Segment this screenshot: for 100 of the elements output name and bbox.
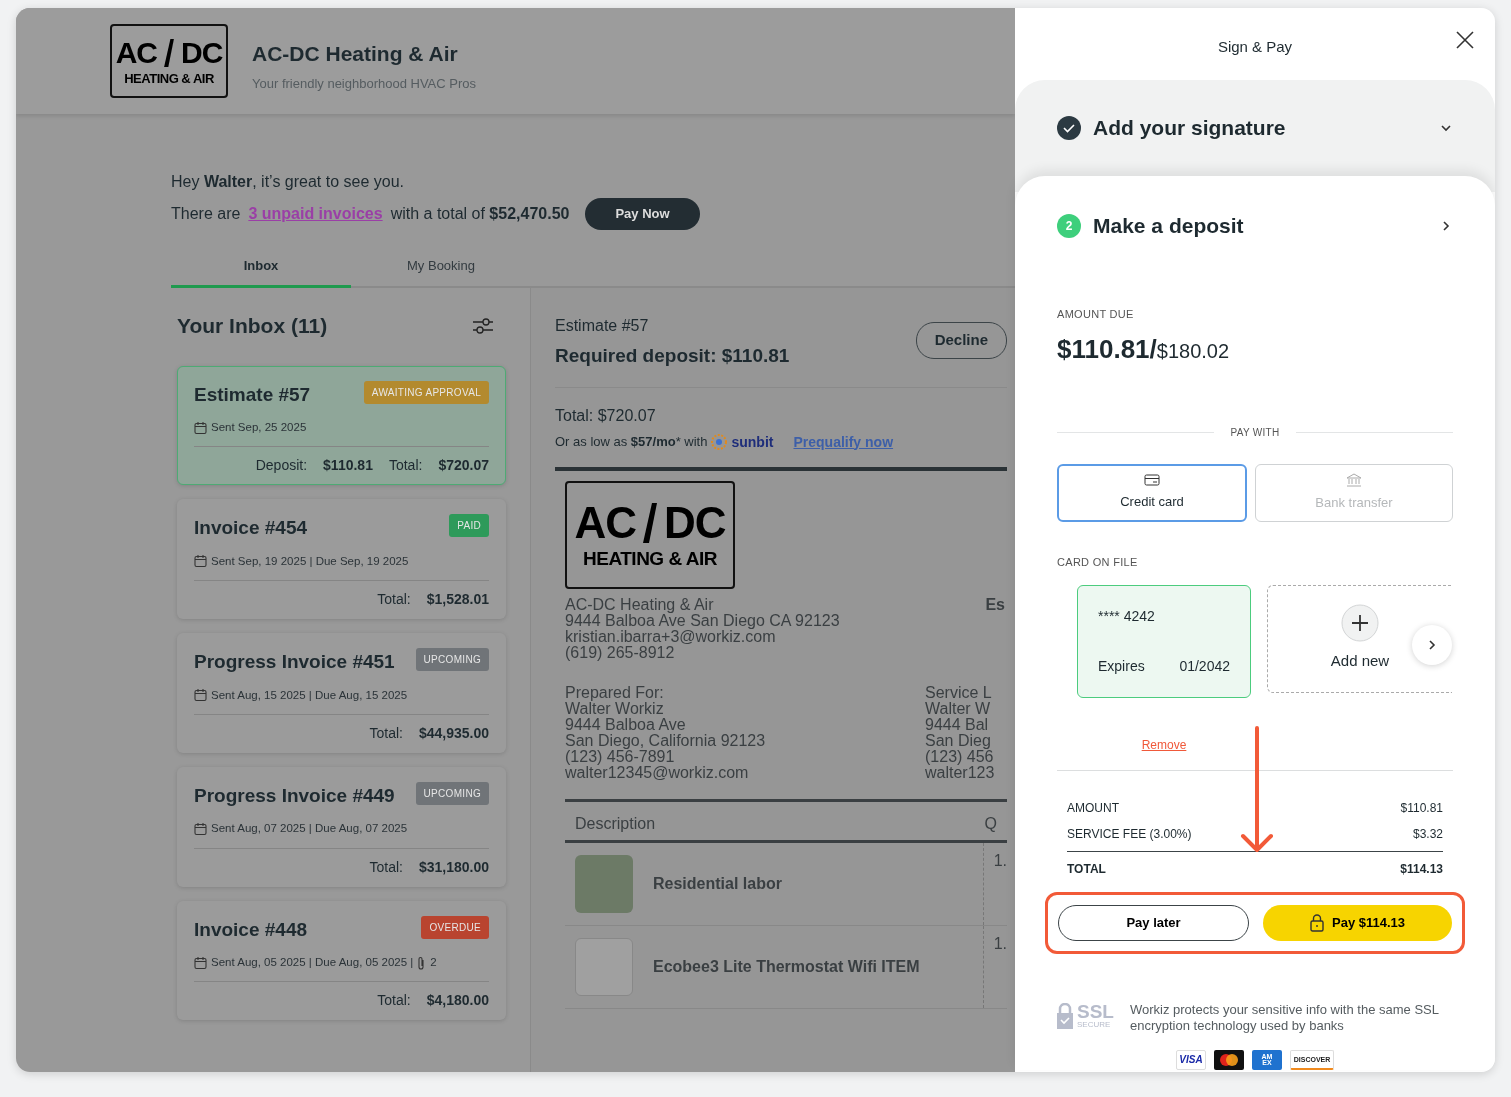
company-detail: (619) 265-8912 (565, 644, 675, 661)
bank-icon (1346, 473, 1362, 488)
column-header: Description (575, 815, 657, 832)
calendar-icon (194, 688, 207, 703)
step-number: 2 (1057, 213, 1081, 238)
amount-due: $110.81/ (1057, 333, 1157, 366)
section-heading: Service L (925, 684, 993, 701)
payment-method-tab[interactable]: Credit card (1057, 464, 1247, 522)
address-line: walter12345@workiz.com (565, 764, 750, 781)
logo-letters: AC (574, 501, 636, 545)
inbox-card[interactable]: Progress Invoice #451 UPCOMING Sent Aug, 15 2025 | Due Aug, 15 2025 Total: $44,935.00 (177, 633, 506, 753)
sent-date: Sent Aug, 05 2025 | Due Aug, 05 2025 | (211, 955, 414, 970)
total-value: $1,528.01 (426, 590, 489, 609)
address-line: Walter W (925, 700, 992, 717)
summary-value: $3.32 (1412, 825, 1443, 843)
sent-date: Sent Aug, 15 2025 | Due Aug, 15 2025 (211, 687, 408, 703)
address-line: (123) 456 (925, 748, 995, 765)
summary-label: AMOUNT (1067, 799, 1119, 817)
logo-tagline: HEATING & AIR (583, 549, 717, 568)
estimate-total: Total: $720.07 (555, 405, 657, 426)
photo-placeholder (575, 854, 633, 913)
credit-card-icon (1144, 474, 1160, 487)
address-line: San Diego, California 92123 (565, 732, 767, 749)
pay-button[interactable]: Pay $114.13 (1263, 904, 1452, 941)
inbox-card[interactable]: Estimate #57 AWAITING APPROVAL Sent Sep, 25 2025 Deposit: $110.81 Total: $720.07 (177, 365, 506, 486)
plus-icon (1341, 604, 1379, 643)
greeting-total: with a total of $52,470.50 (390, 203, 570, 224)
total-value: $720.07 (438, 456, 489, 476)
total-value: $110.81 (323, 456, 373, 476)
total-value: $31,180.00 (418, 857, 489, 877)
inbox-card[interactable]: Invoice #448 OVERDUE Sent Aug, 05 2025 | Due Aug, 05 2025 | 2 Total: $4,180.00 (177, 900, 506, 1021)
drawer-title: Sign & Pay (1217, 38, 1293, 55)
step-title: Make a deposit (1093, 213, 1245, 239)
amount-total: $180.02 (1156, 340, 1230, 364)
required-deposit: Required deposit: $110.81 (555, 344, 790, 368)
remove-link[interactable]: Remove (1141, 737, 1187, 752)
company-detail: kristian.ibarra+3@workiz.com (565, 628, 777, 645)
total-value: $44,935.00 (418, 723, 489, 743)
decline-button[interactable]: Decline (915, 322, 1007, 359)
address-line: San Dieg (925, 732, 992, 749)
calendar-icon (194, 554, 207, 569)
total-label: TOTAL (1067, 860, 1106, 878)
item-description: Ecobee3 Lite Thermostat Wifi ITEM (653, 958, 921, 975)
sent-date: Sent Sep, 19 2025 | Due Sep, 19 2025 (211, 553, 409, 569)
paperclip-icon (417, 955, 427, 970)
inbox-title: Your Inbox (11) (177, 313, 328, 339)
address-line: Walter Workiz (565, 700, 665, 717)
status-badge: UPCOMING (415, 648, 489, 671)
document-label: Es (985, 596, 1005, 615)
calendar-icon (194, 420, 207, 435)
sent-date: Sent Aug, 07 2025 | Due Aug, 07 2025 (211, 821, 408, 837)
section-heading: Prepared For: (565, 684, 665, 701)
greeting-text: Hey Walter, it’s great to see you. (171, 172, 405, 192)
summary-value: $110.81 (1400, 799, 1443, 817)
chevron-right-icon (1426, 638, 1438, 651)
card-expiry-label: Expires (1098, 656, 1145, 676)
total-label: Total: (388, 456, 423, 476)
card-title: Progress Invoice #449 (194, 783, 395, 808)
total-label: Total: (369, 857, 403, 877)
close-button[interactable] (1455, 28, 1475, 51)
padlock-icon (1310, 913, 1324, 932)
step-title: Add your signature (1093, 115, 1287, 141)
brand-wordmark: sunbit (731, 432, 774, 452)
inbox-card[interactable]: Invoice #454 PAID Sent Sep, 19 2025 | Due Sep, 19 2025 Total: $1,528.01 (177, 499, 506, 619)
saved-card[interactable]: **** 4242 Expires 01/2042 (1077, 584, 1251, 698)
pay-now-button[interactable]: Pay Now (585, 198, 700, 230)
estimate-number: Estimate #57 (555, 316, 650, 336)
filter-sliders-icon[interactable] (472, 315, 494, 336)
attachment-count: 2 (430, 955, 437, 970)
calendar-icon (194, 955, 207, 970)
total-label: Total: (377, 991, 411, 1011)
pay-later-button[interactable]: Pay later (1058, 904, 1249, 941)
ssl-title: SSL (1077, 1001, 1114, 1021)
item-quantity: 1. (993, 851, 1007, 869)
total-label: Total: (377, 590, 411, 609)
calendar-icon (194, 821, 207, 836)
add-new-label: Add new (1330, 651, 1390, 672)
inbox-card[interactable]: Progress Invoice #449 UPCOMING Sent Aug, 07 2025 | Due Aug, 07 2025 Total: $31,180.00 (177, 766, 506, 887)
card-title: Invoice #448 (194, 917, 308, 942)
card-title: Invoice #454 (194, 516, 308, 541)
lightning-bolt-icon (164, 38, 174, 67)
financing-text: Or as low as $57/mo* with (555, 433, 708, 452)
card-title: Estimate #57 (194, 382, 311, 407)
status-badge: PAID (449, 514, 489, 538)
tab[interactable]: My Booking (351, 247, 531, 288)
tab[interactable]: Inbox (171, 247, 351, 288)
card-number: **** 4242 (1098, 606, 1156, 626)
photo-placeholder (575, 937, 633, 996)
add-card-tile[interactable]: Add new (1267, 584, 1452, 693)
logo-letters: DC (181, 37, 223, 68)
card-expiry: 01/2042 (1179, 656, 1230, 676)
security-note: Workiz protects your sensitive info with the same SSL encryption technology used by banks (1129, 1001, 1440, 1034)
status-badge: AWAITING APPROVAL (363, 380, 489, 404)
logo-tagline: HEATING & AIR (124, 71, 214, 85)
card-title: Progress Invoice #451 (194, 650, 395, 674)
padlock-check-icon (1057, 1002, 1073, 1029)
total-value: $114.13 (1400, 860, 1443, 878)
column-header: Q (984, 815, 997, 832)
sent-date: Sent Sep, 25 2025 (211, 420, 307, 435)
company-slogan: Your friendly neighborhood HVAC Pros (252, 74, 477, 93)
